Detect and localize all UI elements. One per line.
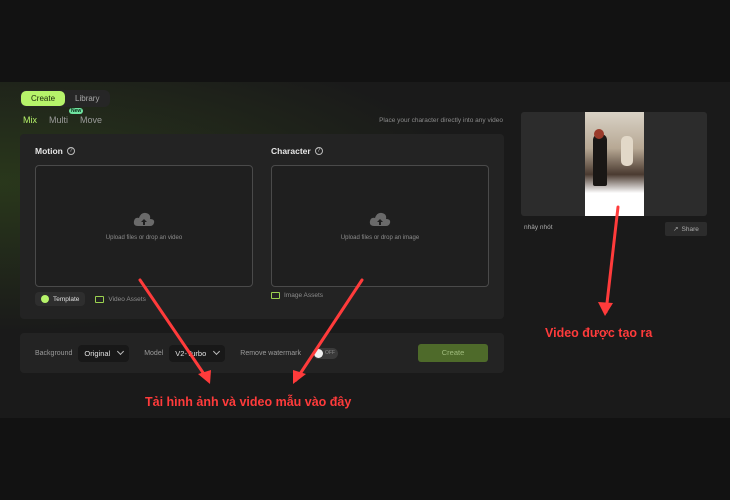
arrow-right-line — [294, 278, 364, 382]
arrow-right-head — [293, 370, 306, 384]
arrow-output-head — [598, 302, 613, 316]
arrow-left-head — [198, 370, 211, 384]
output-annotation: Video được tạo ra — [545, 326, 653, 340]
arrow-left-line — [138, 278, 210, 382]
arrow-output-line — [604, 205, 620, 314]
upload-annotation: Tải hình ảnh và video mẫu vào đây — [145, 395, 352, 409]
screenshot-frame: Create Library Mix Multi New Move Place … — [0, 0, 730, 500]
annotation-arrows — [138, 205, 620, 384]
